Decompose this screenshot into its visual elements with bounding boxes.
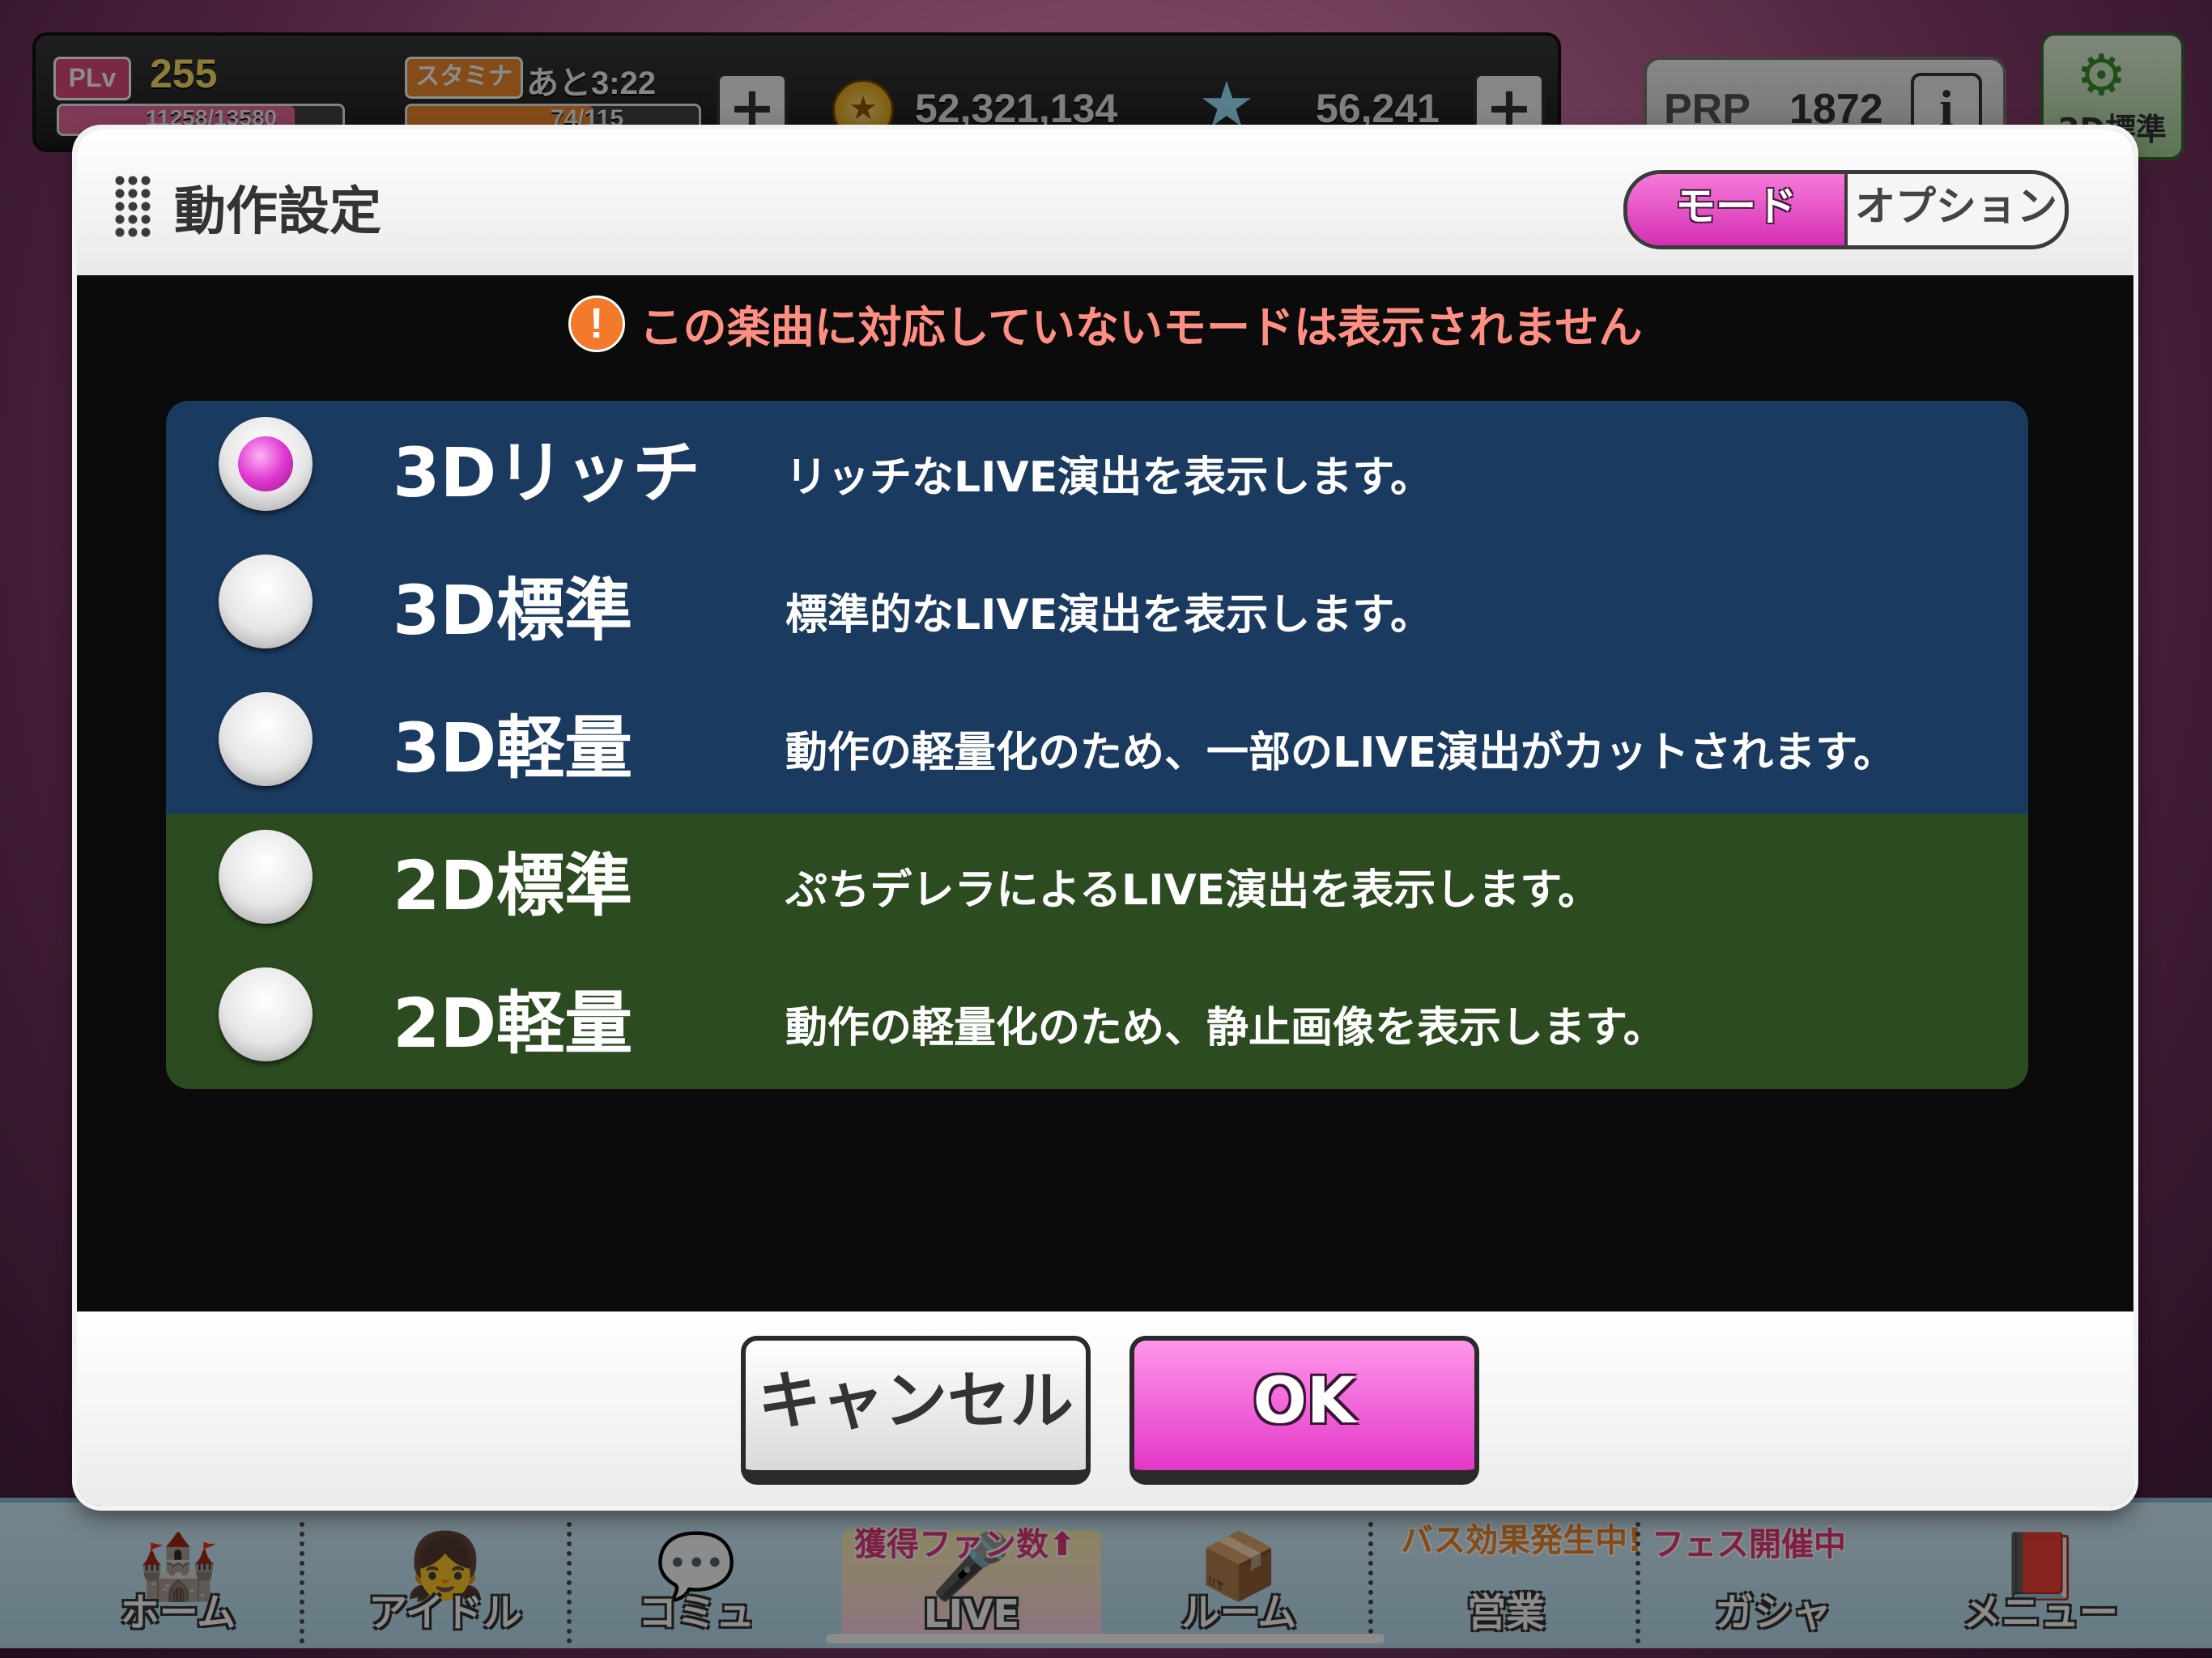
mode-option-2d-light[interactable]: 2D軽量 動作の軽量化のため、静止画像を表示します。 — [166, 951, 2028, 1089]
ok-button[interactable]: OK — [1129, 1336, 1479, 1485]
radio-unselected-icon[interactable] — [219, 555, 313, 648]
tab-mode[interactable]: モード — [1627, 174, 1844, 245]
warning-message: ! この楽曲に対応していないモードは表示されません — [77, 291, 2133, 364]
mode-list: 3Dリッチ リッチなLIVE演出を表示します。 3D標準 標準的なLIVE演出を… — [166, 401, 2028, 1089]
warning-icon: ! — [568, 295, 625, 352]
mode-name: 3Dリッチ — [393, 433, 701, 512]
grip-icon — [113, 174, 154, 239]
mode-name: 3D軽量 — [393, 708, 633, 788]
mode-name: 2D標準 — [393, 846, 633, 925]
mode-description: 動作の軽量化のため、静止画像を表示します。 — [785, 1004, 1665, 1052]
dialog-header: 動作設定 モード オプション — [77, 130, 2133, 275]
cancel-button[interactable]: キャンセル — [741, 1336, 1091, 1485]
mode-name: 3D標準 — [393, 571, 633, 650]
mode-option-3d-rich[interactable]: 3Dリッチ リッチなLIVE演出を表示します。 — [166, 401, 2028, 538]
mode-description: ぷちデレラによるLIVE演出を表示します。 — [785, 866, 1601, 915]
dialog-title: 動作設定 — [174, 182, 381, 242]
radio-unselected-icon[interactable] — [219, 967, 313, 1061]
mode-option-2d-standard[interactable]: 2D標準 ぷちデレラによるLIVE演出を表示します。 — [166, 814, 2028, 951]
mode-option-3d-standard[interactable]: 3D標準 標準的なLIVE演出を表示します。 — [166, 538, 2028, 676]
mode-option-toggle: モード オプション — [1623, 170, 2069, 249]
radio-selected-icon[interactable] — [219, 417, 313, 511]
radio-unselected-icon[interactable] — [219, 830, 313, 924]
mode-description: 標準的なLIVE演出を表示します。 — [785, 591, 1433, 640]
tab-option[interactable]: オプション — [1844, 174, 2065, 245]
dialog-footer — [77, 1312, 2133, 1506]
warning-text: この楽曲に対応していないモードは表示されません — [639, 302, 1643, 353]
mode-name: 2D軽量 — [393, 984, 633, 1063]
mode-description: 動作の軽量化のため、一部のLIVE演出がカットされます。 — [785, 729, 1896, 777]
mode-description: リッチなLIVE演出を表示します。 — [785, 453, 1433, 502]
settings-dialog: 動作設定 モード オプション ! この楽曲に対応していないモードは表示されません … — [77, 130, 2133, 1506]
mode-option-3d-light[interactable]: 3D軽量 動作の軽量化のため、一部のLIVE演出がカットされます。 — [166, 676, 2028, 814]
radio-unselected-icon[interactable] — [219, 692, 313, 786]
